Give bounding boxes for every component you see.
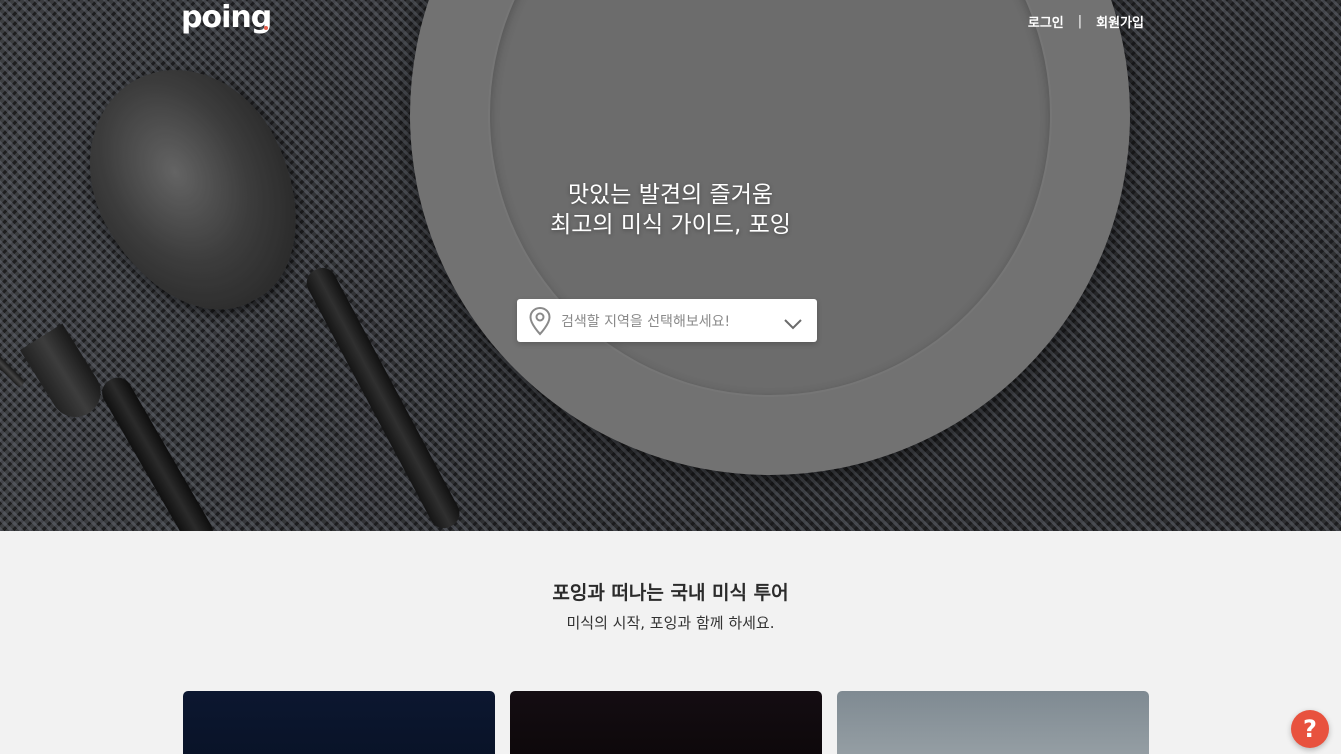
- tour-card[interactable]: [510, 691, 822, 754]
- tour-card[interactable]: [183, 691, 495, 754]
- tour-section-subtitle: 미식의 시작, 포잉과 함께 하세요.: [566, 614, 775, 632]
- top-nav: 로그인 | 회원가입: [1028, 12, 1144, 31]
- hero-title-line2: 최고의 미식 가이드, 포잉: [550, 212, 791, 238]
- poing-logo[interactable]: poing: [181, 0, 272, 35]
- tour-card[interactable]: [837, 691, 1149, 754]
- region-select-placeholder: 검색할 지역을 선택해보세요!: [561, 313, 731, 330]
- hero-title-line1: 맛있는 발견의 즐거움: [567, 182, 774, 208]
- tour-section-title: 포잉과 떠나는 국내 미식 투어: [552, 582, 789, 604]
- login-link[interactable]: 로그인: [1028, 12, 1064, 31]
- region-select-dropdown[interactable]: 검색할 지역을 선택해보세요!: [517, 299, 817, 342]
- nav-separator: |: [1077, 14, 1083, 29]
- signup-link[interactable]: 회원가입: [1096, 12, 1144, 31]
- question-icon: ?: [1303, 715, 1317, 743]
- help-button[interactable]: ?: [1291, 710, 1329, 748]
- hero-overlay: [0, 0, 1341, 531]
- logo-dot: [264, 26, 268, 30]
- hero-banner: poing 로그인 | 회원가입 맛있는 발견의 즐거움 최고의 미식 가이드,…: [0, 0, 1341, 531]
- chevron-down-icon: [783, 315, 803, 329]
- location-pin-icon: [527, 306, 553, 336]
